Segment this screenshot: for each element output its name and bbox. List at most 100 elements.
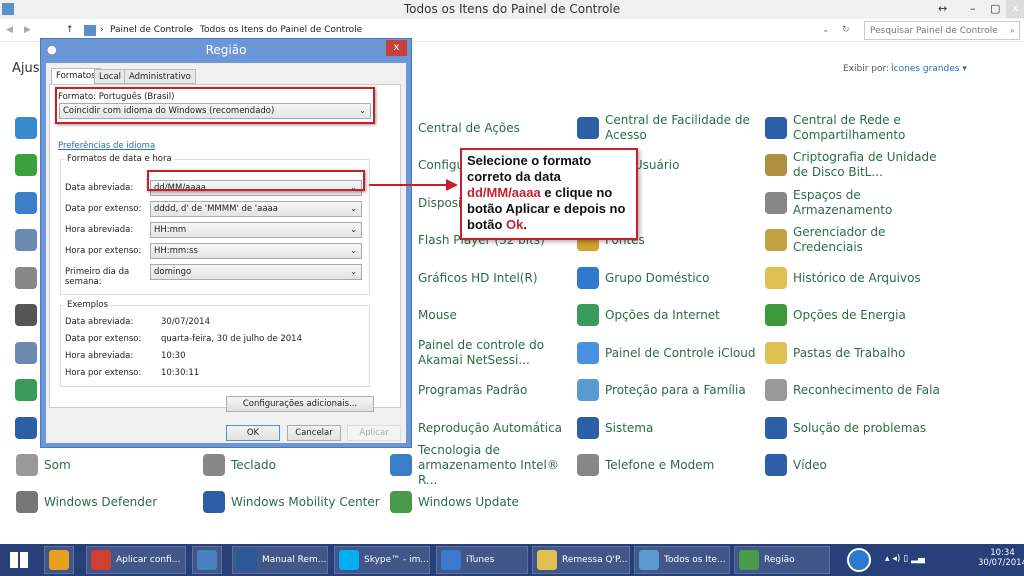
additional-settings-button[interactable]: Configurações adicionais... bbox=[226, 396, 374, 412]
view-by-label: Exibir por: bbox=[843, 64, 890, 74]
control-panel-item[interactable]: Gráficos HD Intel(R) bbox=[390, 263, 570, 293]
taskbar-label: Remessa Q'P... bbox=[562, 555, 628, 565]
item-label: Grupo Doméstico bbox=[605, 270, 710, 285]
control-panel-item[interactable]: Central de Facilidade de Acesso bbox=[577, 113, 757, 143]
control-panel-item[interactable]: Windows Defender bbox=[16, 487, 196, 517]
control-panel-item[interactable]: Grupo Doméstico bbox=[577, 263, 757, 293]
cancel-button[interactable]: Cancelar bbox=[287, 425, 341, 441]
control-panel-item[interactable]: Solução de problemas bbox=[765, 413, 945, 443]
format-field-select[interactable]: domingo ⌄ bbox=[150, 264, 362, 280]
control-panel-item-icon bbox=[765, 117, 787, 139]
control-panel-item[interactable]: Telefone e Modem bbox=[577, 450, 757, 480]
control-panel-item[interactable]: Vídeo bbox=[765, 450, 945, 480]
control-panel-item-icon[interactable] bbox=[15, 154, 37, 176]
group-title: Formatos de data e hora bbox=[65, 154, 174, 164]
format-field-select[interactable]: HH:mm ⌄ bbox=[150, 222, 362, 238]
taskbar-button[interactable] bbox=[44, 546, 74, 574]
control-panel-item-icon[interactable] bbox=[15, 117, 37, 139]
control-panel-item-icon[interactable] bbox=[15, 379, 37, 401]
control-panel-item-icon[interactable] bbox=[15, 417, 37, 439]
arrow-head bbox=[446, 179, 458, 191]
control-panel-item[interactable]: Reconhecimento de Fala bbox=[765, 375, 945, 405]
apply-button[interactable]: Aplicar bbox=[347, 425, 401, 441]
control-panel-item[interactable]: Som bbox=[16, 450, 196, 480]
search-placeholder: Pesquisar Painel de Controle bbox=[870, 26, 998, 36]
control-panel-item[interactable]: Proteção para a Família bbox=[577, 375, 757, 405]
control-panel-item[interactable]: Mouse bbox=[390, 300, 570, 330]
taskbar-button[interactable]: Manual Rem... bbox=[232, 546, 328, 574]
taskbar-button[interactable]: Região bbox=[734, 546, 830, 574]
control-panel-item[interactable]: Histórico de Arquivos bbox=[765, 263, 945, 293]
chevron-down-icon: ⌄ bbox=[350, 225, 357, 234]
item-label: Configu bbox=[418, 157, 465, 172]
tab-administrativo[interactable]: Administrativo bbox=[124, 69, 196, 84]
maximize-button[interactable]: ▢ bbox=[990, 0, 1000, 18]
callout-arrow bbox=[369, 184, 449, 186]
tool-icon[interactable] bbox=[847, 548, 871, 572]
control-panel-item[interactable]: Windows Mobility Center bbox=[203, 487, 383, 517]
taskbar-button[interactable]: Remessa Q'P... bbox=[532, 546, 630, 574]
minimize-button[interactable]: – bbox=[970, 0, 976, 18]
start-button[interactable] bbox=[10, 552, 28, 568]
control-panel-item[interactable]: Espaços de Armazenamento bbox=[765, 188, 945, 218]
control-panel-item[interactable]: Pastas de Trabalho bbox=[765, 338, 945, 368]
ok-button[interactable]: OK bbox=[226, 425, 280, 441]
view-by-dropdown[interactable]: Ícones grandes ▾ bbox=[891, 64, 967, 74]
control-panel-item[interactable]: Painel de controle do Akamai NetSessi... bbox=[390, 338, 570, 368]
example-value: quarta-feira, 30 de julho de 2014 bbox=[161, 334, 302, 344]
window-title-bar: Todos os Itens do Painel de Controle ↔ –… bbox=[0, 0, 1024, 19]
control-panel-item-icon[interactable] bbox=[15, 304, 37, 326]
highlight-box bbox=[147, 170, 365, 191]
language-preferences-link[interactable]: Preferências de idioma bbox=[58, 141, 155, 151]
chevron-down-icon: ⌄ bbox=[350, 267, 357, 276]
control-panel-item-icon[interactable] bbox=[15, 229, 37, 251]
chevron-down-icon: ⌄ bbox=[350, 204, 357, 213]
control-panel-item[interactable]: Painel de Controle iCloud bbox=[577, 338, 757, 368]
tray-icons[interactable]: ▴ ◂) ▯ ▂▄ bbox=[885, 554, 925, 564]
dialog-close-button[interactable]: x bbox=[386, 40, 407, 56]
taskbar-button[interactable]: Todos os Ite... bbox=[634, 546, 730, 574]
resize-icon[interactable]: ↔ bbox=[938, 0, 947, 18]
field-label: Data por extenso: bbox=[65, 204, 142, 214]
taskbar-label: Região bbox=[764, 555, 795, 565]
control-panel-item-icon bbox=[765, 229, 787, 251]
item-label: Reconhecimento de Fala bbox=[793, 382, 940, 397]
control-panel-item[interactable]: Programas Padrão bbox=[390, 375, 570, 405]
control-panel-item-icon[interactable] bbox=[15, 267, 37, 289]
control-panel-item-icon bbox=[765, 192, 787, 214]
history-dropdown-icon[interactable]: ⌄ bbox=[822, 25, 830, 35]
control-panel-item-icon[interactable] bbox=[15, 342, 37, 364]
search-input[interactable]: Pesquisar Painel de Controle ⌕ bbox=[864, 21, 1020, 40]
up-button[interactable]: ↑ bbox=[66, 25, 74, 35]
item-label: Windows Update bbox=[418, 494, 519, 509]
breadcrumb-all-items[interactable]: Todos os Itens do Painel de Controle bbox=[200, 25, 362, 35]
field-label: Hora por extenso: bbox=[65, 246, 142, 256]
format-field-select[interactable]: HH:mm:ss ⌄ bbox=[150, 243, 362, 259]
clock[interactable]: 10:34 30/07/2014 bbox=[978, 548, 1024, 568]
tab-local[interactable]: Local bbox=[94, 69, 127, 84]
control-panel-item[interactable]: Opções de Energia bbox=[765, 300, 945, 330]
control-panel-item[interactable]: Windows Update bbox=[390, 487, 570, 517]
forward-button[interactable]: ▶ bbox=[24, 25, 31, 35]
control-panel-item[interactable]: Tecnologia de armazenamento Intel® R... bbox=[390, 443, 570, 487]
taskbar-button[interactable]: Skype™ - im... bbox=[334, 546, 430, 574]
back-button[interactable]: ◀ bbox=[6, 25, 13, 35]
control-panel-item[interactable]: Criptografia de Unidade de Disco BitL... bbox=[765, 150, 945, 180]
taskbar-button[interactable] bbox=[192, 546, 222, 574]
control-panel-item[interactable]: Central de Ações bbox=[390, 113, 570, 143]
control-panel-item[interactable]: Teclado bbox=[203, 450, 383, 480]
taskbar-button[interactable]: iTunes bbox=[436, 546, 528, 574]
field-label: Hora abreviada: bbox=[65, 225, 134, 235]
close-button[interactable]: x bbox=[1006, 0, 1024, 18]
control-panel-item-icon[interactable] bbox=[15, 192, 37, 214]
breadcrumb-control-panel[interactable]: Painel de Controle bbox=[110, 25, 192, 35]
control-panel-item[interactable]: Reprodução Automática bbox=[390, 413, 570, 443]
control-panel-item[interactable]: Opções da Internet bbox=[577, 300, 757, 330]
format-field-select[interactable]: dddd, d' de 'MMMM' de 'aaaa ⌄ bbox=[150, 201, 362, 217]
control-panel-item[interactable]: Central de Rede e Compartilhamento bbox=[765, 113, 945, 143]
control-panel-item[interactable]: Sistema bbox=[577, 413, 757, 443]
control-panel-item[interactable]: Gerenciador de Credenciais bbox=[765, 225, 945, 255]
taskbar-button[interactable]: Aplicar confi... bbox=[86, 546, 186, 574]
refresh-icon[interactable]: ↻ bbox=[842, 25, 850, 35]
app-icon bbox=[441, 550, 461, 570]
